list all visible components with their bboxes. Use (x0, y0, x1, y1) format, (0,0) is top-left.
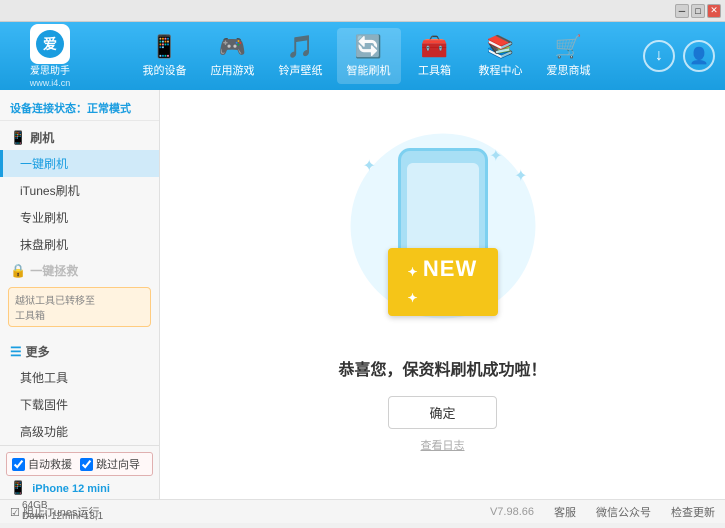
stop-itunes-checkbox: ☑ (10, 507, 20, 519)
smart-flash-icon: 🔄 (355, 34, 382, 60)
store-icon: 🛒 (555, 34, 582, 60)
itunes-flash-label: iTunes刷机 (20, 184, 80, 198)
logo-title: 爱思助手 (30, 66, 70, 78)
sidebar-pro-flash[interactable]: 专业刷机 (0, 204, 159, 231)
more-section-icon: ☰ (10, 344, 22, 360)
device-name: iPhone 12 mini (32, 483, 110, 495)
rescue-section-title: 一键拯救 (30, 262, 78, 279)
nav-items: 📱 我的设备 🎮 应用游戏 🎵 铃声壁纸 🔄 智能刷机 🧰 工具箱 📚 教程中心… (90, 28, 643, 84)
nav-my-device[interactable]: 📱 我的设备 (133, 28, 197, 84)
device-info: 📱 iPhone 12 mini (6, 476, 153, 500)
sub-link[interactable]: 查看日志 (421, 437, 465, 453)
new-banner: NEW (388, 248, 498, 316)
section-flash: 📱 刷机 (0, 125, 159, 150)
stop-itunes-button[interactable]: ☑ 阻止iTunes运行 (10, 504, 100, 520)
checkbox-row: 自动救援 跳过向导 (6, 452, 153, 476)
auto-rescue-checkbox[interactable]: 自动救援 (12, 456, 72, 472)
nav-tutorial-label: 教程中心 (479, 62, 523, 78)
footer: ☑ 阻止iTunes运行 V7.98.66 客服 微信公众号 检查更新 (0, 499, 725, 523)
one-click-flash-label: 一键刷机 (20, 157, 68, 171)
nav-tutorial[interactable]: 📚 教程中心 (469, 28, 533, 84)
nav-toolbox[interactable]: 🧰 工具箱 (405, 28, 465, 84)
footer-right: V7.98.66 客服 微信公众号 检查更新 (490, 504, 715, 520)
nav-toolbox-label: 工具箱 (418, 62, 451, 78)
sidebar-download-firmware[interactable]: 下载固件 (0, 391, 159, 418)
footer-left: ☑ 阻止iTunes运行 (10, 504, 490, 520)
nav-smart-flash[interactable]: 🔄 智能刷机 (337, 28, 401, 84)
toolbox-icon: 🧰 (421, 34, 448, 60)
flash-section-icon: 📱 (10, 130, 26, 146)
skip-wizard-input[interactable] (80, 458, 93, 471)
nav-smart-flash-label: 智能刷机 (347, 62, 391, 78)
section-rescue: 🔒 一键拯救 (0, 258, 159, 283)
nav-store-label: 爱思商城 (547, 62, 591, 78)
wipe-flash-label: 抹盘刷机 (20, 238, 68, 252)
success-message: 恭喜您，保资料刷机成功啦！ (338, 356, 546, 380)
sparkle-2: ✦ (489, 146, 502, 166)
nav-my-device-label: 我的设备 (143, 62, 187, 78)
main: 设备连接状态：正常模式 📱 刷机 一键刷机 iTunes刷机 专业刷机 抹盘刷机… (0, 90, 725, 499)
status-label: 设备连接状态： (10, 103, 87, 115)
nav-ringtone-label: 铃声壁纸 (279, 62, 323, 78)
logo-subtitle: www.i4.cn (30, 78, 71, 89)
content-area: ✦ ✦ ✦ NEW 恭喜您，保资料刷机成功啦！ 确定 查看日志 (160, 90, 725, 499)
footer-check-update[interactable]: 检查更新 (671, 504, 715, 520)
nav-right: ↓ 👤 (643, 40, 715, 72)
nav-store[interactable]: 🛒 爱思商城 (537, 28, 601, 84)
device-icon: 📱 (151, 34, 178, 60)
user-button[interactable]: 👤 (683, 40, 715, 72)
auto-rescue-label: 自动救援 (28, 456, 72, 472)
title-bar: ─ □ ✕ (0, 0, 725, 22)
sparkle-1: ✦ (363, 156, 376, 176)
tutorial-icon: 📚 (487, 34, 514, 60)
auto-rescue-input[interactable] (12, 458, 25, 471)
ringtone-icon: 🎵 (287, 34, 314, 60)
download-firmware-label: 下载固件 (20, 398, 68, 412)
advanced-label: 高级功能 (20, 425, 68, 439)
logo-icon: 爱 (30, 24, 70, 64)
close-button[interactable]: ✕ (707, 4, 721, 18)
header: 爱 爱思助手 www.i4.cn 📱 我的设备 🎮 应用游戏 🎵 铃声壁纸 🔄 … (0, 22, 725, 90)
nav-app-game[interactable]: 🎮 应用游戏 (201, 28, 265, 84)
svg-text:爱: 爱 (43, 36, 57, 52)
status-bar: 设备连接状态：正常模式 (0, 96, 159, 121)
rescue-notice: 越狱工具已转移至工具箱 (8, 287, 151, 327)
sidebar-other-tools[interactable]: 其他工具 (0, 364, 159, 391)
rescue-section-icon: 🔒 (10, 263, 26, 279)
pro-flash-label: 专业刷机 (20, 211, 68, 225)
more-section-title: 更多 (26, 343, 50, 360)
sparkle-3: ✦ (514, 166, 527, 186)
rescue-notice-text: 越狱工具已转移至工具箱 (15, 296, 95, 322)
status-value: 正常模式 (87, 103, 131, 115)
section-more: ☰ 更多 (0, 339, 159, 364)
sidebar-one-click-flash[interactable]: 一键刷机 (0, 150, 159, 177)
skip-wizard-label: 跳过向导 (96, 456, 140, 472)
flash-section-title: 刷机 (30, 129, 54, 146)
nav-ringtone[interactable]: 🎵 铃声壁纸 (269, 28, 333, 84)
confirm-button[interactable]: 确定 (388, 396, 496, 429)
footer-version: V7.98.66 (490, 506, 534, 518)
minimize-button[interactable]: ─ (675, 4, 689, 18)
illustration: ✦ ✦ ✦ NEW (333, 136, 553, 336)
stop-itunes-label: 阻止iTunes运行 (23, 507, 100, 519)
sidebar-advanced[interactable]: 高级功能 (0, 418, 159, 445)
sidebar-itunes-flash[interactable]: iTunes刷机 (0, 177, 159, 204)
sidebar-wipe-flash[interactable]: 抹盘刷机 (0, 231, 159, 258)
device-phone-icon: 📱 (10, 480, 26, 495)
skip-wizard-checkbox[interactable]: 跳过向导 (80, 456, 140, 472)
app-game-icon: 🎮 (219, 34, 246, 60)
footer-wechat-public[interactable]: 微信公众号 (596, 504, 651, 520)
footer-customer-service[interactable]: 客服 (554, 504, 576, 520)
logo: 爱 爱思助手 www.i4.cn (10, 24, 90, 89)
sidebar: 设备连接状态：正常模式 📱 刷机 一键刷机 iTunes刷机 专业刷机 抹盘刷机… (0, 90, 160, 499)
nav-app-game-label: 应用游戏 (211, 62, 255, 78)
other-tools-label: 其他工具 (20, 371, 68, 385)
download-button[interactable]: ↓ (643, 40, 675, 72)
maximize-button[interactable]: □ (691, 4, 705, 18)
